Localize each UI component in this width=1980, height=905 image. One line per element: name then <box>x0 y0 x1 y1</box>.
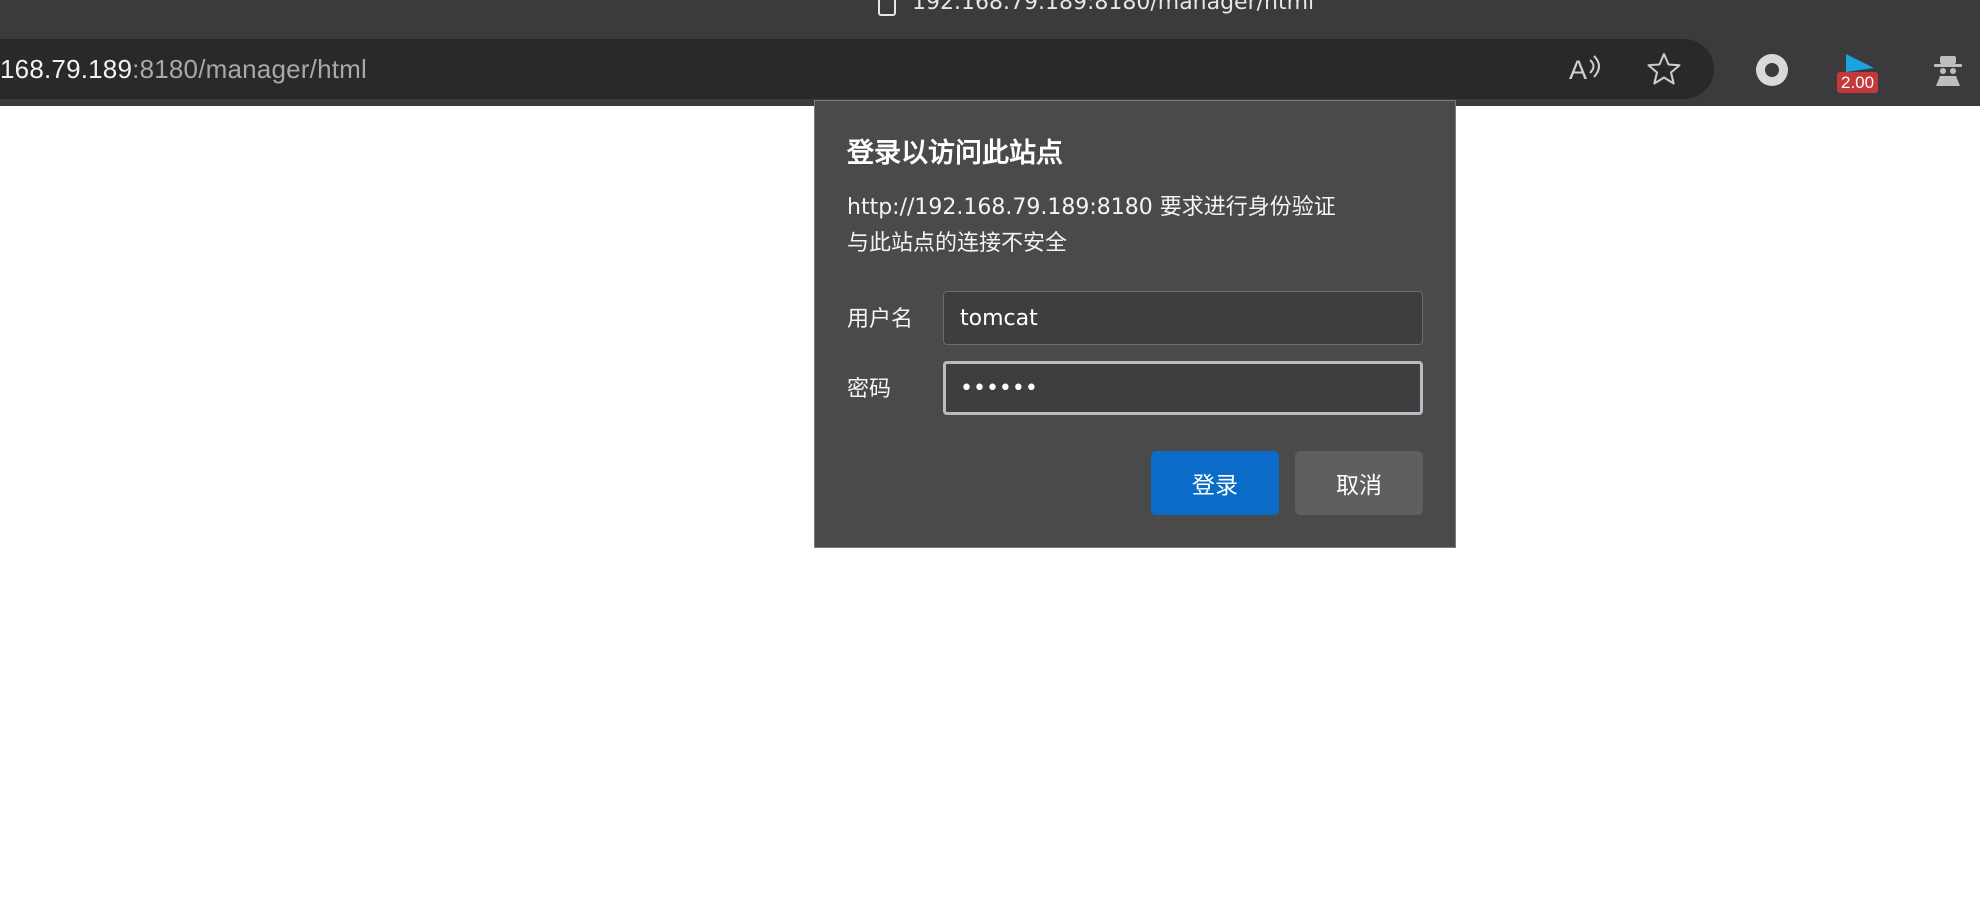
url-host: 168.79.189 <box>0 54 133 84</box>
page-icon <box>878 0 896 16</box>
password-label: 密码 <box>847 377 892 402</box>
auth-dialog: 登录以访问此站点 http://192.168.79.189:8180 要求进行… <box>814 100 1456 548</box>
address-bar[interactable]: 168.79.189:8180/manager/html <box>0 39 1714 99</box>
tab-strip: 192.168.79.189:8180/manager/html <box>0 0 1980 38</box>
favorite-star-icon[interactable] <box>1645 50 1683 88</box>
url-text[interactable]: 168.79.189:8180/manager/html <box>0 54 367 85</box>
cancel-button[interactable]: 取消 <box>1295 451 1423 515</box>
username-field[interactable] <box>943 291 1423 345</box>
login-button[interactable]: 登录 <box>1151 451 1279 515</box>
tab-title-text: 192.168.79.189:8180/manager/html <box>912 0 1315 15</box>
extension-badge: 2.00 <box>1837 72 1879 93</box>
username-label: 用户名 <box>847 307 914 332</box>
password-field[interactable] <box>943 361 1423 415</box>
extension-spy-icon[interactable] <box>1928 50 1968 90</box>
dialog-message-insecure: 与此站点的连接不安全 <box>847 231 1068 256</box>
svg-text:A: A <box>1569 55 1587 85</box>
dialog-title: 登录以访问此站点 <box>847 138 1063 169</box>
dialog-message-auth: http://192.168.79.189:8180 要求进行身份验证 <box>847 195 1336 220</box>
browser-toolbar: 192.168.79.189:8180/manager/html 168.79.… <box>0 0 1980 106</box>
record-icon[interactable] <box>1752 50 1792 90</box>
read-aloud-icon[interactable]: A <box>1566 50 1604 88</box>
url-path: :8180/manager/html <box>132 54 367 84</box>
active-tab[interactable]: 192.168.79.189:8180/manager/html <box>878 0 1314 16</box>
